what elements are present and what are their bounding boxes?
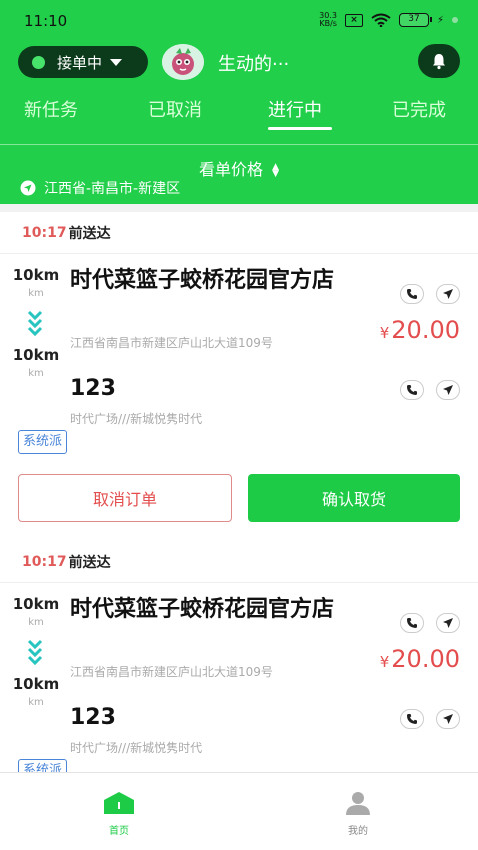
nav-profile-label: 我的	[348, 826, 368, 837]
customer-address: 时代广场///新城悦隽时代	[70, 412, 203, 426]
divider	[0, 144, 478, 145]
customer-name: 123	[70, 705, 116, 730]
status-icons: 30.3 KB/s × 37 ⚡	[319, 12, 458, 28]
shop-address: 江西省南昌市新建区庐山北大道109号	[70, 665, 273, 679]
chevron-down-icon	[110, 58, 123, 66]
navigation-arrow-icon	[443, 714, 453, 724]
order-body: 10km km 10km km 时代菜篮子蛟桥花园官方店 江西省南昌市新建区庐山…	[0, 254, 478, 544]
user-name[interactable]: 生动的···	[218, 50, 289, 76]
price-sort-label: 看单价格	[198, 160, 263, 179]
wifi-icon	[371, 13, 391, 27]
net-speed: 30.3 KB/s	[319, 11, 337, 28]
order-tabs: 新任务 已取消 进行中 已完成	[0, 96, 478, 138]
dispatch-tag: 系统派	[18, 430, 68, 454]
phone-icon	[407, 385, 417, 395]
charging-icon: ⚡	[436, 14, 444, 26]
order-card: 10:17 前送达 10km km 10km km 时代菜篮子蛟桥花园官方店 江…	[0, 212, 478, 544]
phone-icon	[407, 714, 417, 724]
customer-name: 123	[70, 376, 116, 401]
active-tab-indicator	[268, 127, 332, 130]
navigate-customer-button[interactable]	[436, 380, 460, 400]
accept-status-label: 接单中	[57, 53, 103, 72]
chevron-down-double-icon	[27, 310, 43, 336]
topbar: 接单中 生动的···	[0, 44, 478, 80]
dispatch-tag: 系统派	[18, 759, 68, 772]
navigate-shop-button[interactable]	[436, 613, 460, 633]
battery-icon: 37	[398, 13, 432, 27]
tab-cancelled[interactable]: 已取消	[148, 96, 202, 122]
status-time: 11:10	[24, 12, 68, 30]
navigate-shop-button[interactable]	[436, 284, 460, 304]
cancel-order-button[interactable]: 取消订单	[18, 474, 232, 522]
pickup-distance-unit: km	[28, 617, 44, 628]
bottom-nav: 首页 我的	[0, 772, 478, 850]
navigate-customer-button[interactable]	[436, 709, 460, 729]
tab-in-progress[interactable]: 进行中	[268, 96, 322, 122]
nav-home[interactable]: 首页	[79, 791, 159, 837]
phone-icon	[407, 289, 417, 299]
order-price: ¥20.00	[379, 645, 460, 673]
location-filter[interactable]: 江西省-南昌市-新建区	[20, 178, 180, 198]
delivery-deadline: 10:17 前送达	[0, 541, 478, 583]
drop-distance: 10km	[12, 675, 60, 693]
accept-status-dropdown[interactable]: 接单中	[18, 46, 148, 78]
online-dot-icon	[32, 55, 45, 69]
call-shop-button[interactable]	[400, 284, 424, 304]
drop-distance-unit: km	[28, 368, 44, 379]
header: 11:10 30.3 KB/s × 37 ⚡ 接单中 生动的··· 新任务 已取…	[0, 0, 478, 204]
nav-profile[interactable]: 我的	[318, 791, 398, 837]
navigation-arrow-icon	[20, 180, 36, 196]
status-dot	[452, 17, 458, 23]
shop-address: 江西省南昌市新建区庐山北大道109号	[70, 336, 273, 350]
notification-button[interactable]	[418, 44, 460, 78]
pickup-distance: 10km	[12, 595, 60, 613]
navigation-arrow-icon	[443, 289, 453, 299]
confirm-pickup-button[interactable]: 确认取货	[248, 474, 460, 522]
location-label: 江西省-南昌市-新建区	[44, 181, 181, 197]
drop-distance-unit: km	[28, 697, 44, 708]
shop-name: 时代菜篮子蛟桥花园官方店	[70, 597, 335, 622]
delivery-deadline: 10:17 前送达	[0, 212, 478, 254]
call-customer-button[interactable]	[400, 380, 424, 400]
shop-name: 时代菜篮子蛟桥花园官方店	[70, 268, 335, 293]
profile-icon	[346, 792, 370, 815]
drop-distance: 10km	[12, 346, 60, 364]
order-list[interactable]: 10:17 前送达 10km km 10km km 时代菜篮子蛟桥花园官方店 江…	[0, 212, 478, 772]
price-sort-button[interactable]: 看单价格 ▲ ▼	[0, 156, 478, 180]
navigation-arrow-icon	[443, 385, 453, 395]
nav-home-label: 首页	[109, 826, 129, 837]
call-shop-button[interactable]	[400, 613, 424, 633]
pickup-distance: 10km	[12, 266, 60, 284]
order-card: 10:17 前送达 10km km 10km km 时代菜篮子蛟桥花园官方店 江…	[0, 541, 478, 772]
sort-icon: ▲ ▼	[272, 161, 280, 179]
navigation-arrow-icon	[443, 618, 453, 628]
pickup-distance-unit: km	[28, 288, 44, 299]
phone-icon	[407, 618, 417, 628]
order-price: ¥20.00	[379, 316, 460, 344]
tab-completed[interactable]: 已完成	[392, 96, 446, 122]
bell-icon	[433, 54, 445, 70]
sim-off-icon: ×	[344, 13, 363, 27]
order-body: 10km km 10km km 时代菜篮子蛟桥花园官方店 江西省南昌市新建区庐山…	[0, 583, 478, 772]
tab-new[interactable]: 新任务	[24, 96, 78, 122]
call-customer-button[interactable]	[400, 709, 424, 729]
status-bar: 11:10 30.3 KB/s × 37 ⚡	[0, 0, 478, 42]
avatar[interactable]	[162, 44, 204, 80]
home-icon	[104, 792, 134, 814]
customer-address: 时代广场///新城悦隽时代	[70, 741, 203, 755]
chevron-down-double-icon	[27, 639, 43, 665]
